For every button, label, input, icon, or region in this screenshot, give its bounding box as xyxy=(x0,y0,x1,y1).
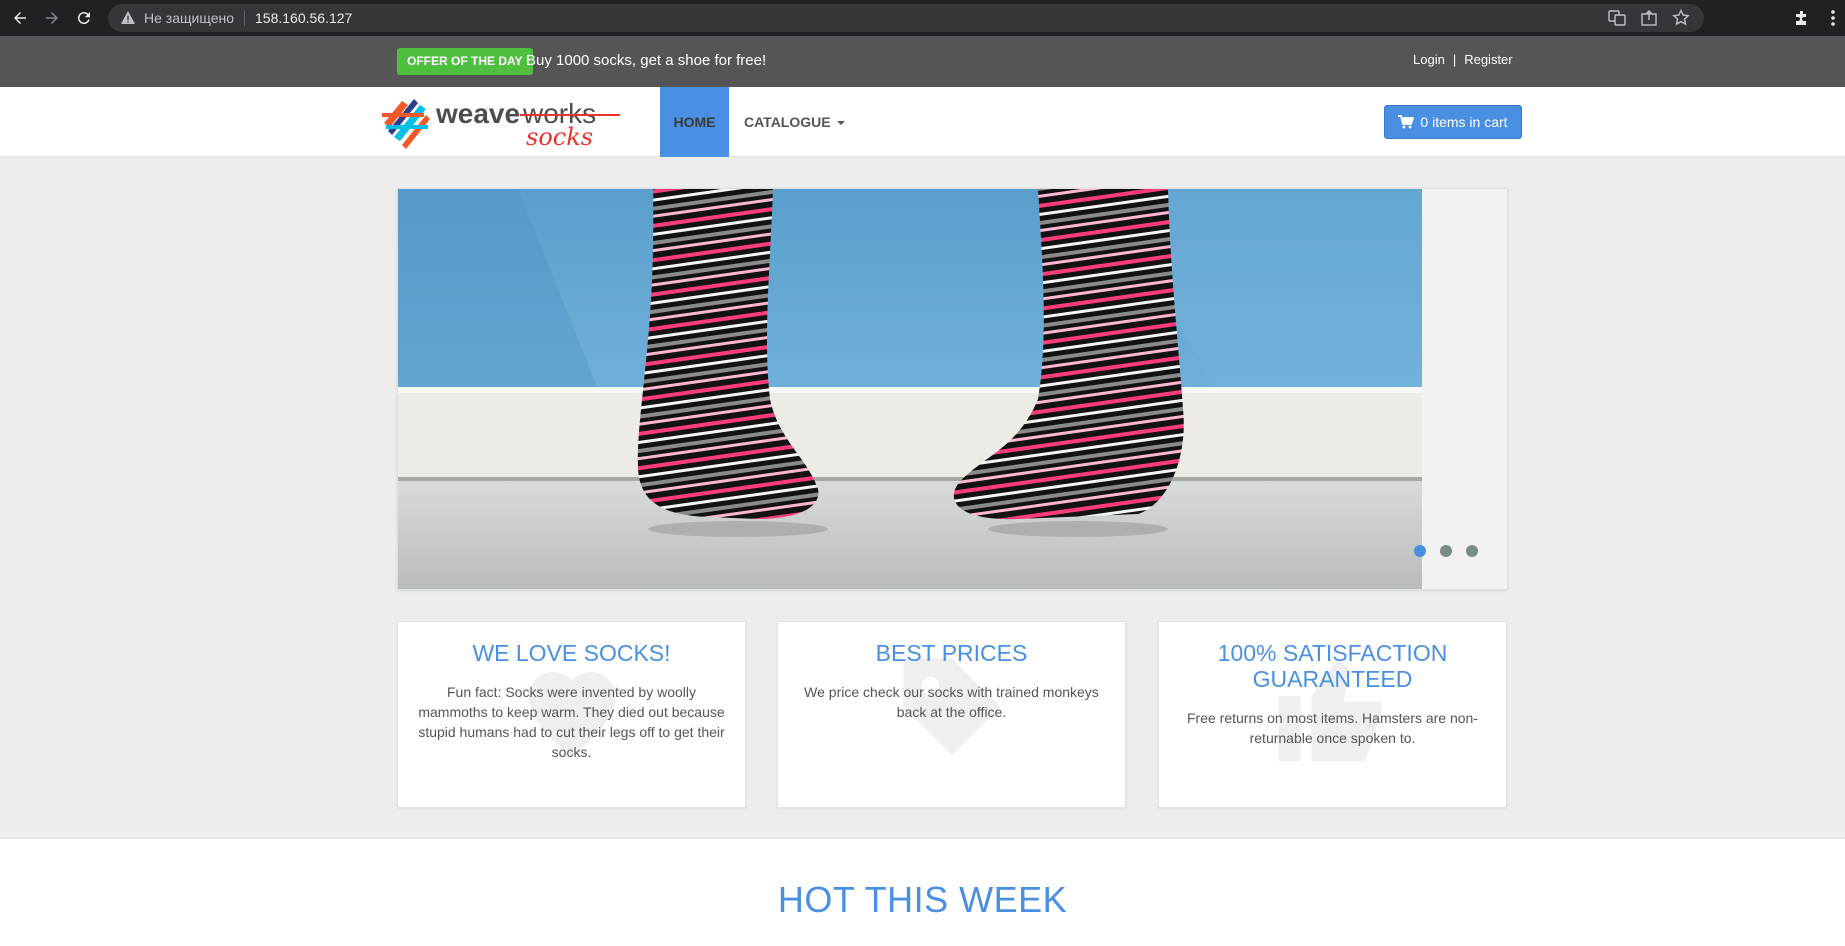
auth-separator: | xyxy=(1452,52,1457,67)
feature-box-prices: BEST PRICES We price check our socks wit… xyxy=(777,621,1126,808)
offer-text: Buy 1000 socks, get a shoe for free! xyxy=(526,52,767,69)
nav-catalogue-label: CATALOGUE xyxy=(744,114,831,130)
back-icon[interactable] xyxy=(8,6,32,30)
feature-title: 100% SATISFACTION GUARANTEED xyxy=(1217,640,1448,692)
address-separator xyxy=(244,10,245,26)
hero-carousel[interactable] xyxy=(397,188,1508,590)
feature-box-socks: WE LOVE SOCKS! Fun fact: Socks were inve… xyxy=(397,621,746,808)
shopping-cart-icon xyxy=(1398,115,1415,129)
feature-title: BEST PRICES xyxy=(875,640,1028,666)
section-title: HOT THIS WEEK xyxy=(777,879,1068,920)
offer-bar: OFFER OF THE DAY Buy 1000 socks, get a s… xyxy=(0,36,1845,87)
carousel-indicators xyxy=(1414,545,1478,557)
reload-icon[interactable] xyxy=(72,6,96,30)
translate-icon[interactable] xyxy=(1608,9,1626,27)
feature-text: We price check our socks with trained mo… xyxy=(804,684,1099,720)
security-label[interactable]: Не защищено xyxy=(144,10,234,26)
auth-links: Login | Register xyxy=(1413,52,1513,67)
forward-icon[interactable] xyxy=(40,6,64,30)
nav-home[interactable]: HOME xyxy=(660,87,729,157)
extensions-icon[interactable] xyxy=(1793,9,1811,27)
hot-this-week-section: HOT THIS WEEK xyxy=(0,838,1845,946)
address-bar[interactable]: Не защищено 158.160.56.127 xyxy=(108,4,1704,32)
cart-button[interactable]: 0 items in cart xyxy=(1384,105,1522,139)
caret-down-icon xyxy=(836,121,845,126)
cart-label: 0 items in cart xyxy=(1420,114,1508,130)
main-navbar: weave works socks HOME CATALOGUE 0 items… xyxy=(0,87,1845,157)
feature-title: WE LOVE SOCKS! xyxy=(472,640,671,666)
warning-icon xyxy=(121,11,135,24)
carousel-dot-3[interactable] xyxy=(1466,545,1478,557)
url-text[interactable]: 158.160.56.127 xyxy=(255,10,352,26)
register-link[interactable]: Register xyxy=(1464,52,1512,67)
carousel-dot-1[interactable] xyxy=(1414,545,1426,557)
bookmark-star-icon[interactable] xyxy=(1672,8,1690,27)
svg-text:weave: weave xyxy=(435,98,520,129)
feature-box-satisfaction: 100% SATISFACTION GUARANTEED Free return… xyxy=(1158,621,1507,808)
share-icon[interactable] xyxy=(1640,9,1658,27)
svg-text:socks: socks xyxy=(526,123,593,149)
weaveworks-socks-logo[interactable]: weave works socks xyxy=(380,95,620,149)
carousel-dot-2[interactable] xyxy=(1440,545,1452,557)
feature-text: Free returns on most items. Hamsters are… xyxy=(1187,710,1478,746)
offer-badge[interactable]: OFFER OF THE DAY xyxy=(397,48,533,75)
nav-catalogue-dropdown[interactable]: CATALOGUE xyxy=(744,87,845,157)
login-link[interactable]: Login xyxy=(1413,52,1445,67)
browser-toolbar: Не защищено 158.160.56.127 xyxy=(0,0,1845,36)
feature-text: Fun fact: Socks were invented by woolly … xyxy=(418,684,725,760)
browser-menu-icon[interactable] xyxy=(1827,9,1839,27)
carousel-slide-image xyxy=(398,189,1422,589)
